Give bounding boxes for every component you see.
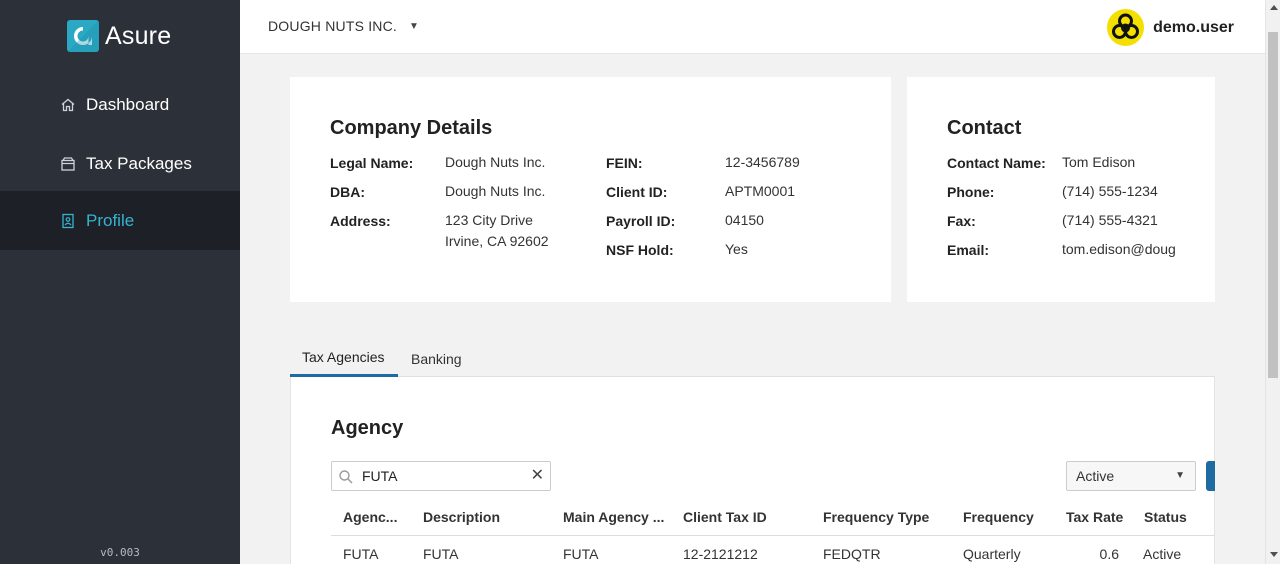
legal-name-value: Dough Nuts Inc.	[445, 154, 546, 170]
search-input[interactable]	[362, 466, 522, 486]
add-agency-button[interactable]	[1206, 461, 1215, 491]
email-label: Email:	[947, 242, 990, 258]
biohazard-icon	[1109, 11, 1142, 44]
home-icon	[60, 97, 76, 113]
sidebar-item-dashboard[interactable]: Dashboard	[0, 75, 240, 134]
company-dropdown[interactable]: DOUGH NUTS INC. ▼	[268, 18, 419, 34]
fein-value: 12-3456789	[725, 154, 800, 170]
scroll-up-icon[interactable]	[1270, 5, 1278, 10]
table-header-divider	[331, 535, 1215, 536]
avatar	[1107, 9, 1145, 46]
payroll-id-label: Payroll ID:	[606, 213, 676, 229]
address-line1: 123 City Drive	[445, 212, 533, 228]
column-header-status[interactable]: Status	[1144, 509, 1187, 525]
address-line2: Irvine, CA 92602	[445, 233, 549, 249]
cell-status: Active	[1143, 546, 1182, 562]
column-header-main-agency[interactable]: Main Agency ...	[563, 509, 673, 525]
fein-label: FEIN:	[606, 155, 643, 171]
fax-value: (714) 555-4321	[1062, 212, 1158, 228]
sidebar-item-label: Tax Packages	[86, 153, 192, 173]
dba-value: Dough Nuts Inc.	[445, 183, 546, 199]
status-filter-value: Active	[1076, 468, 1115, 484]
sidebar-item-tax-packages[interactable]: Tax Packages	[0, 134, 240, 193]
nsf-hold-value: Yes	[725, 241, 748, 257]
company-details-card	[290, 77, 891, 302]
sidebar-item-label: Profile	[86, 210, 135, 230]
client-id-label: Client ID:	[606, 184, 668, 200]
cell-main-agency: FUTA	[563, 546, 599, 562]
nsf-hold-label: NSF Hold:	[606, 242, 674, 258]
user-menu[interactable]: demo.user	[1107, 9, 1234, 46]
logo[interactable]: Asure	[67, 20, 171, 52]
column-header-frequency[interactable]: Frequency	[963, 509, 1034, 525]
tab-tax-agencies[interactable]: Tax Agencies	[302, 349, 385, 365]
address-label: Address:	[330, 213, 391, 229]
agency-title: Agency	[331, 417, 404, 439]
sidebar-item-label: Dashboard	[86, 94, 170, 114]
status-filter-dropdown[interactable]: Active ▼	[1066, 461, 1196, 491]
tab-banking[interactable]: Banking	[411, 351, 462, 367]
username: demo.user	[1153, 18, 1234, 36]
fax-label: Fax:	[947, 213, 976, 229]
legal-name-label: Legal Name:	[330, 155, 414, 171]
clear-icon[interactable]: ✕	[531, 467, 544, 485]
company-details-title: Company Details	[330, 117, 493, 139]
column-header-tax-rate[interactable]: Tax Rate	[1066, 509, 1123, 525]
search-icon	[338, 469, 354, 490]
cell-frequency-type: FEDQTR	[823, 546, 881, 562]
client-id-value: APTM0001	[725, 183, 796, 199]
agency-search[interactable]: ✕	[331, 461, 551, 491]
email-value: tom.edison@doug	[1062, 241, 1176, 257]
asure-logo-icon	[67, 20, 99, 52]
chevron-down-icon: ▼	[1175, 470, 1185, 481]
cell-description: FUTA	[423, 546, 459, 562]
column-header-frequency-type[interactable]: Frequency Type	[823, 509, 929, 525]
phone-value: (714) 555-1234	[1062, 183, 1158, 199]
page-scrollbar[interactable]	[1265, 0, 1280, 564]
cell-agency[interactable]: FUTA	[343, 546, 379, 562]
column-header-agency[interactable]: Agenc...	[343, 509, 403, 525]
scrollbar-thumb[interactable]	[1268, 32, 1278, 378]
version-label: v0.003	[100, 546, 140, 559]
chevron-down-icon: ▼	[409, 20, 420, 32]
contact-title: Contact	[947, 117, 1022, 139]
phone-label: Phone:	[947, 184, 995, 200]
column-header-description[interactable]: Description	[423, 509, 500, 525]
logo-text: Asure	[105, 21, 172, 50]
dba-label: DBA:	[330, 184, 365, 200]
package-icon	[60, 156, 76, 172]
top-header: DOUGH NUTS INC. ▼ demo.user	[240, 0, 1265, 54]
cell-client-tax-id: 12-2121212	[683, 546, 758, 562]
cell-tax-rate: 0.6	[1099, 546, 1119, 562]
sidebar-item-profile[interactable]: Profile	[0, 191, 240, 250]
cell-frequency: Quarterly	[963, 546, 1021, 562]
contact-name-value: Tom Edison	[1062, 154, 1136, 170]
sidebar: Asure Dashboard Tax Packages Profile v0.…	[0, 0, 240, 564]
payroll-id-value: 04150	[725, 212, 764, 228]
profile-icon	[60, 213, 76, 229]
scroll-down-icon[interactable]	[1270, 552, 1278, 557]
column-header-client-tax-id[interactable]: Client Tax ID	[683, 509, 767, 525]
contact-name-label: Contact Name:	[947, 155, 1046, 171]
company-name: DOUGH NUTS INC.	[268, 18, 397, 34]
